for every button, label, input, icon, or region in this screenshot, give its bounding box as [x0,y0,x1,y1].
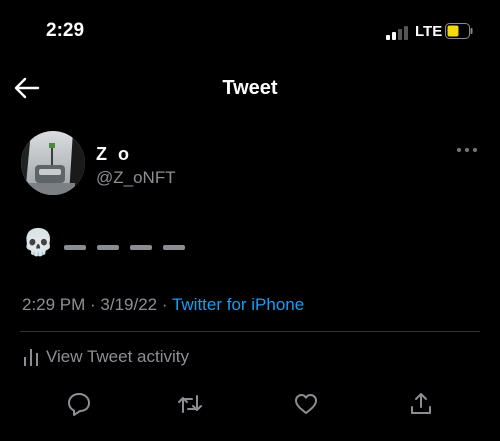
battery-icon [445,23,473,39]
avatar-image [21,131,85,195]
dash [64,245,86,251]
status-time: 2:29 [46,20,85,41]
dash [163,245,185,251]
more-options-icon[interactable] [456,145,478,155]
avatar[interactable] [21,131,85,195]
network-label: LTE [415,23,443,40]
tweet-dashes [64,239,196,257]
tweet-source-link[interactable]: Twitter for iPhone [172,295,304,314]
divider [20,331,480,332]
like-icon[interactable] [293,391,319,417]
tweet-timestamp: 2:29 PM · 3/19/22 · [22,295,172,314]
tweet-meta: 2:29 PM · 3/19/22 · Twitter for iPhone [22,295,304,315]
share-icon[interactable] [408,391,434,417]
author-handle[interactable]: @Z_oNFT [96,168,176,188]
skull-emoji: 💀 [22,227,55,257]
author-name[interactable]: Z o [96,144,132,165]
signal-icon [386,26,408,40]
activity-bars-icon [24,349,38,366]
dash [97,245,119,251]
page-title: Tweet [222,77,278,99]
reply-icon[interactable] [66,391,92,417]
view-tweet-activity-link[interactable]: View Tweet activity [46,347,189,367]
retweet-icon[interactable] [177,391,203,417]
dash [130,245,152,251]
